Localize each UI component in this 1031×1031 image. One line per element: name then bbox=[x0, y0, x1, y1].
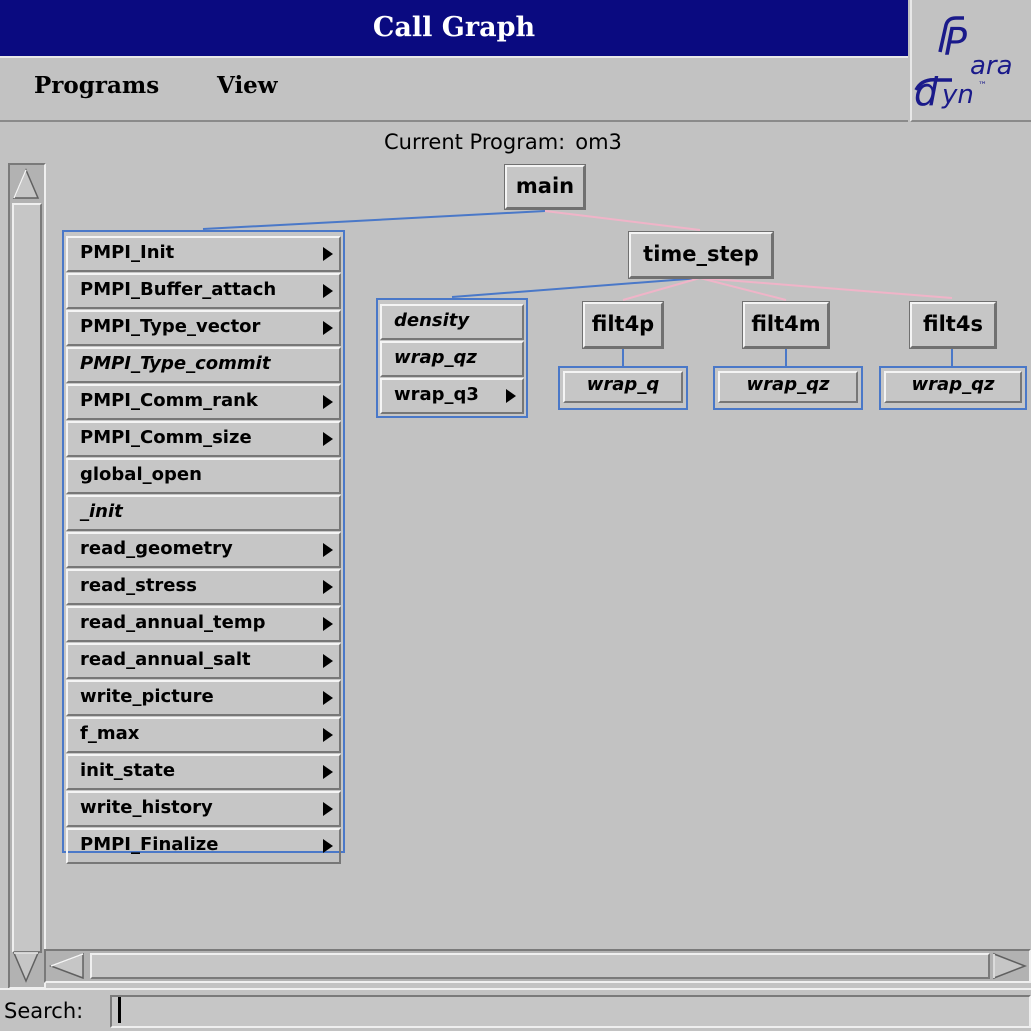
node-read-geometry[interactable]: read_geometry bbox=[66, 532, 341, 568]
expand-arrow-icon[interactable] bbox=[323, 284, 333, 298]
node-wrap-qz[interactable]: wrap_qz bbox=[380, 341, 524, 377]
node-label: PMPI_Finalize bbox=[80, 834, 219, 855]
node-pmpi-finalize[interactable]: PMPI_Finalize bbox=[66, 828, 341, 864]
node-pmpi-comm-size[interactable]: PMPI_Comm_size bbox=[66, 421, 341, 457]
node-filt4p[interactable]: filt4p bbox=[583, 302, 663, 348]
node-init-state[interactable]: init_state bbox=[66, 754, 341, 790]
node-label: PMPI_Comm_rank bbox=[80, 390, 258, 411]
node-label: density bbox=[394, 310, 470, 331]
node-label: read_annual_temp bbox=[80, 612, 266, 633]
horizontal-scrollbar[interactable] bbox=[44, 949, 1031, 983]
expand-arrow-icon[interactable] bbox=[323, 432, 333, 446]
node-wrap-q[interactable]: wrap_q bbox=[563, 371, 683, 403]
expand-arrow-icon[interactable] bbox=[323, 691, 333, 705]
expand-arrow-icon[interactable] bbox=[323, 802, 333, 816]
node-label: PMPI_Comm_size bbox=[80, 427, 252, 448]
node-filt4s[interactable]: filt4s bbox=[910, 302, 996, 348]
node-label: read_annual_salt bbox=[80, 649, 251, 670]
node-main[interactable]: main bbox=[505, 165, 585, 209]
node-read-annual-temp[interactable]: read_annual_temp bbox=[66, 606, 341, 642]
node-wrap-q3[interactable]: wrap_q3 bbox=[380, 378, 524, 414]
search-input[interactable] bbox=[110, 995, 1031, 1028]
filt4m-children-group: wrap_qz bbox=[713, 366, 863, 410]
expand-arrow-icon[interactable] bbox=[323, 617, 333, 631]
scroll-up-icon[interactable] bbox=[12, 167, 40, 201]
node-pmpi-init[interactable]: PMPI_Init bbox=[66, 236, 341, 272]
expand-arrow-icon[interactable] bbox=[323, 247, 333, 261]
expand-arrow-icon[interactable] bbox=[323, 580, 333, 594]
text-cursor bbox=[118, 997, 121, 1023]
node-f-max[interactable]: f_max bbox=[66, 717, 341, 753]
node-label: PMPI_Type_vector bbox=[80, 316, 261, 337]
node-global-open[interactable]: global_open bbox=[66, 458, 341, 494]
expand-arrow-icon[interactable] bbox=[323, 654, 333, 668]
scroll-left-icon[interactable] bbox=[48, 952, 86, 980]
time-step-children-group: density wrap_qz wrap_q3 bbox=[376, 298, 528, 418]
expand-arrow-icon[interactable] bbox=[323, 765, 333, 779]
expand-arrow-icon[interactable] bbox=[323, 543, 333, 557]
node-pmpi-type-vector[interactable]: PMPI_Type_vector bbox=[66, 310, 341, 346]
scroll-down-icon[interactable] bbox=[12, 951, 40, 983]
node-label: global_open bbox=[80, 464, 202, 485]
node-label: read_stress bbox=[80, 575, 197, 596]
filt4s-children-group: wrap_qz bbox=[879, 366, 1027, 410]
main-children-group: PMPI_Init PMPI_Buffer_attach PMPI_Type_vec… bbox=[62, 230, 345, 864]
node-read-annual-salt[interactable]: read_annual_salt bbox=[66, 643, 341, 679]
node-label: PMPI_Buffer_attach bbox=[80, 279, 277, 300]
node-write-picture[interactable]: write_picture bbox=[66, 680, 341, 716]
scroll-right-icon[interactable] bbox=[992, 952, 1028, 980]
expand-arrow-icon[interactable] bbox=[323, 321, 333, 335]
node-init[interactable]: _init bbox=[66, 495, 341, 531]
current-program-readout: Current Program: om3 bbox=[384, 130, 622, 154]
node-write-history[interactable]: write_history bbox=[66, 791, 341, 827]
node-time-step[interactable]: time_step bbox=[629, 232, 773, 278]
search-bar: Search: bbox=[0, 988, 1031, 1031]
node-label: write_history bbox=[80, 797, 213, 818]
current-program-value: om3 bbox=[575, 130, 622, 154]
expand-arrow-icon[interactable] bbox=[323, 395, 333, 409]
node-label: write_picture bbox=[80, 686, 214, 707]
expand-arrow-icon[interactable] bbox=[323, 728, 333, 742]
node-wrap-qz-filt4m[interactable]: wrap_qz bbox=[718, 371, 858, 403]
horizontal-scroll-thumb[interactable] bbox=[90, 953, 990, 979]
expand-arrow-icon[interactable] bbox=[323, 839, 333, 853]
node-pmpi-buffer-attach[interactable]: PMPI_Buffer_attach bbox=[66, 273, 341, 309]
expand-arrow-icon[interactable] bbox=[506, 389, 516, 403]
search-label: Search: bbox=[4, 999, 84, 1023]
node-density[interactable]: density bbox=[380, 304, 524, 340]
vertical-scroll-thumb[interactable] bbox=[12, 203, 42, 953]
node-label: wrap_qz bbox=[394, 347, 477, 368]
filt4p-children-group: wrap_q bbox=[558, 366, 688, 410]
node-label: PMPI_Type_commit bbox=[80, 353, 271, 374]
node-label: f_max bbox=[80, 723, 140, 744]
vertical-scrollbar[interactable] bbox=[8, 163, 46, 989]
node-label: _init bbox=[80, 501, 123, 522]
node-label: wrap_q3 bbox=[394, 384, 479, 405]
node-pmpi-comm-rank[interactable]: PMPI_Comm_rank bbox=[66, 384, 341, 420]
node-wrap-qz-filt4s[interactable]: wrap_qz bbox=[884, 371, 1022, 403]
node-filt4m[interactable]: filt4m bbox=[743, 302, 829, 348]
node-label: read_geometry bbox=[80, 538, 233, 559]
current-program-label: Current Program: bbox=[384, 130, 566, 154]
node-read-stress[interactable]: read_stress bbox=[66, 569, 341, 605]
node-pmpi-type-commit[interactable]: PMPI_Type_commit bbox=[66, 347, 341, 383]
node-label: init_state bbox=[80, 760, 176, 781]
node-label: PMPI_Init bbox=[80, 242, 175, 263]
